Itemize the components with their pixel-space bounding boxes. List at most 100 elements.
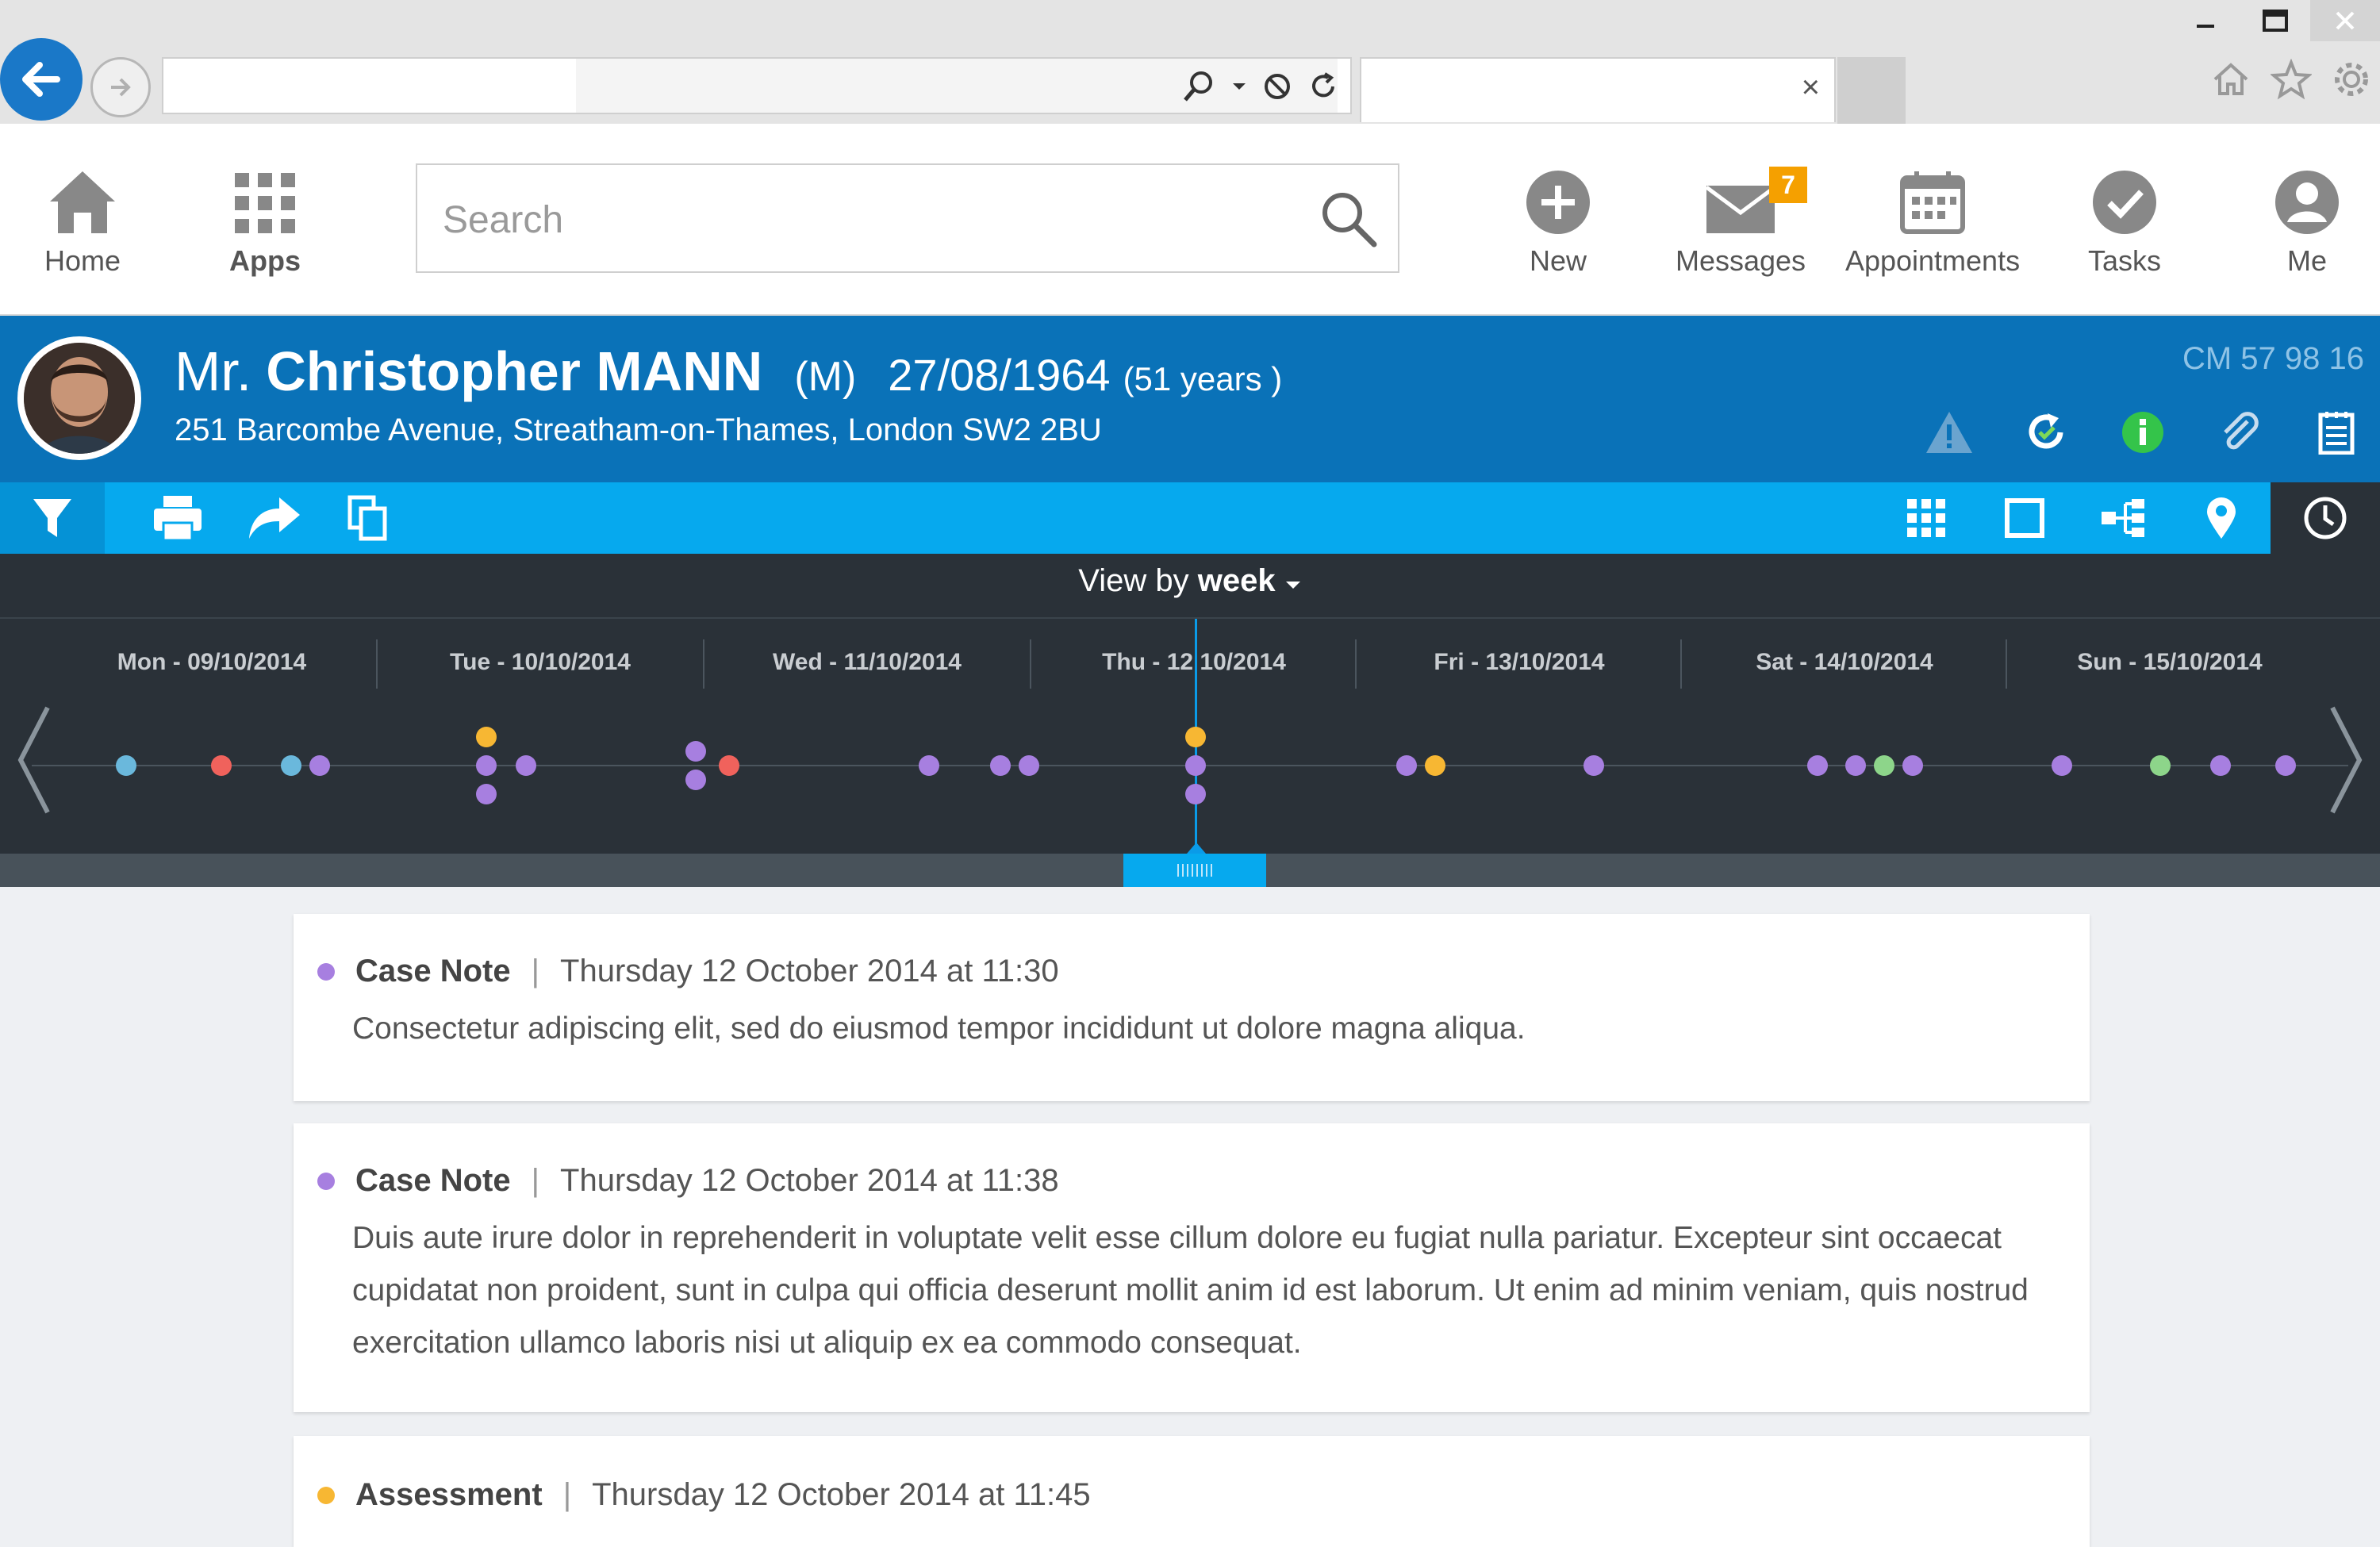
timeline-event[interactable]: [476, 755, 497, 776]
search-input[interactable]: [441, 189, 1285, 251]
timeline-event[interactable]: [2150, 755, 2171, 776]
timeline-view-button[interactable]: [2271, 482, 2380, 554]
apps-grid-icon: [235, 173, 295, 233]
day-header[interactable]: Tue - 10/10/2014: [378, 649, 703, 676]
timeline-event[interactable]: [990, 755, 1011, 776]
timeline-event[interactable]: [1019, 755, 1039, 776]
timeline-event[interactable]: [476, 784, 497, 804]
paperclip-icon: [2224, 412, 2259, 450]
settings-gear-icon[interactable]: [2331, 59, 2372, 100]
patient-name: Christopher MANN: [266, 340, 763, 402]
alert-button[interactable]: [1921, 405, 1977, 460]
filter-button[interactable]: [0, 482, 105, 554]
nav-me[interactable]: Me: [2220, 159, 2380, 278]
timeline-event[interactable]: [2275, 755, 2296, 776]
view-by-dropdown[interactable]: week: [1198, 563, 1302, 598]
timeline-event[interactable]: [719, 755, 739, 776]
browser-tab[interactable]: ×: [1360, 57, 1836, 122]
grid-icon: [1907, 499, 1945, 537]
nav-new[interactable]: New: [1471, 159, 1645, 278]
timeline-entry-card[interactable]: Assessment | Thursday 12 October 2014 at…: [294, 1436, 2090, 1547]
timeline-event[interactable]: [516, 755, 536, 776]
day-header[interactable]: Sun - 15/10/2014: [2007, 649, 2332, 676]
patient-address: 251 Barcombe Avenue, Streatham-on-Thames…: [175, 413, 1102, 447]
grid-view-button[interactable]: [1877, 482, 1975, 554]
timeline-scroll-handle[interactable]: [1123, 854, 1266, 887]
nav-apps[interactable]: Apps: [178, 159, 352, 278]
refresh-icon: [2029, 413, 2063, 449]
timeline-event[interactable]: [1185, 784, 1206, 804]
timeline-event[interactable]: [1185, 755, 1206, 776]
entry-datetime: Thursday 12 October 2014 at 11:38: [560, 1163, 1059, 1198]
timeline-entry-card[interactable]: Case Note | Thursday 12 October 2014 at …: [294, 914, 2090, 1101]
attachments-button[interactable]: [2212, 405, 2267, 460]
timeline-event[interactable]: [1845, 755, 1866, 776]
filter-funnel-icon: [33, 499, 71, 537]
new-tab-button[interactable]: [1837, 57, 1906, 124]
nav-home[interactable]: Home: [0, 159, 170, 278]
timeline-event[interactable]: [116, 755, 136, 776]
timeline-event[interactable]: [211, 755, 232, 776]
nav-tasks[interactable]: Tasks: [2037, 159, 2212, 278]
entry-type-dot: [317, 1172, 335, 1190]
timeline-event[interactable]: [1874, 755, 1894, 776]
browser-back-button[interactable]: [0, 38, 83, 121]
timeline-event[interactable]: [1185, 727, 1206, 747]
timeline-event[interactable]: [685, 741, 706, 762]
refresh-icon[interactable]: [1307, 71, 1339, 102]
timeline-prev-icon[interactable]: [14, 704, 54, 816]
timeline-event[interactable]: [476, 727, 497, 747]
timeline-event[interactable]: [281, 755, 301, 776]
timeline-next-icon[interactable]: [2326, 704, 2366, 816]
single-view-button[interactable]: [1975, 482, 2074, 554]
tab-close-button[interactable]: ×: [1802, 70, 1820, 106]
search-box: [416, 163, 1399, 273]
timeline-event[interactable]: [685, 770, 706, 790]
entry-text: Duis aute irure dolor in reprehenderit i…: [352, 1221, 2029, 1360]
view-by-value: week: [1197, 563, 1276, 598]
timeline-event[interactable]: [1583, 755, 1604, 776]
browser-forward-button[interactable]: [90, 57, 151, 117]
day-header[interactable]: Mon - 09/10/2014: [49, 649, 374, 676]
timeline-event[interactable]: [1902, 755, 1923, 776]
favorites-star-icon[interactable]: [2271, 59, 2312, 100]
timeline-event[interactable]: [2210, 755, 2231, 776]
info-button[interactable]: [2115, 405, 2171, 460]
timeline-panel: View by week Mon - 09/10/2014 Tue - 10/1…: [0, 554, 2380, 887]
map-view-button[interactable]: [2172, 482, 2271, 554]
minimize-icon: [2197, 25, 2214, 28]
nav-tasks-label: Tasks: [2087, 244, 2162, 277]
day-header[interactable]: Fri - 13/10/2014: [1357, 649, 1682, 676]
home-icon[interactable]: [2210, 59, 2251, 100]
address-bar[interactable]: [162, 57, 1352, 114]
share-button[interactable]: [243, 482, 306, 554]
hierarchy-view-button[interactable]: [2074, 482, 2172, 554]
timeline-event[interactable]: [309, 755, 330, 776]
timeline-event[interactable]: [1807, 755, 1828, 776]
timeline-event[interactable]: [2052, 755, 2072, 776]
calendar-icon: [1900, 171, 1965, 234]
timeline-event[interactable]: [919, 755, 939, 776]
day-header[interactable]: Wed - 11/10/2014: [704, 649, 1030, 676]
day-header[interactable]: Sat - 14/10/2014: [1682, 649, 2007, 676]
close-window-button[interactable]: [2310, 0, 2380, 41]
copy-button[interactable]: [336, 482, 400, 554]
day-header[interactable]: Thu - 12 10/2014: [1031, 649, 1357, 676]
timeline-entry-card[interactable]: Case Note | Thursday 12 October 2014 at …: [294, 1123, 2090, 1412]
minimize-button[interactable]: [2171, 0, 2240, 41]
print-button[interactable]: [146, 482, 209, 554]
maximize-button[interactable]: [2240, 0, 2310, 41]
view-by-label: View by: [1078, 563, 1189, 598]
sync-button[interactable]: [2018, 405, 2074, 460]
search-icon[interactable]: [1319, 189, 1379, 249]
search-icon[interactable]: [1180, 68, 1217, 105]
patient-age: (51 years ): [1123, 360, 1283, 397]
nav-appointments[interactable]: Appointments: [1845, 159, 2020, 278]
timeline-event[interactable]: [1396, 755, 1417, 776]
notes-button[interactable]: [2309, 405, 2364, 460]
dropdown-caret-icon[interactable]: [1231, 79, 1247, 94]
timeline-event[interactable]: [1425, 755, 1445, 776]
browser-chrome: ×: [0, 0, 2380, 124]
entry-type: Assessment: [355, 1477, 543, 1512]
stop-icon[interactable]: [1261, 71, 1293, 102]
